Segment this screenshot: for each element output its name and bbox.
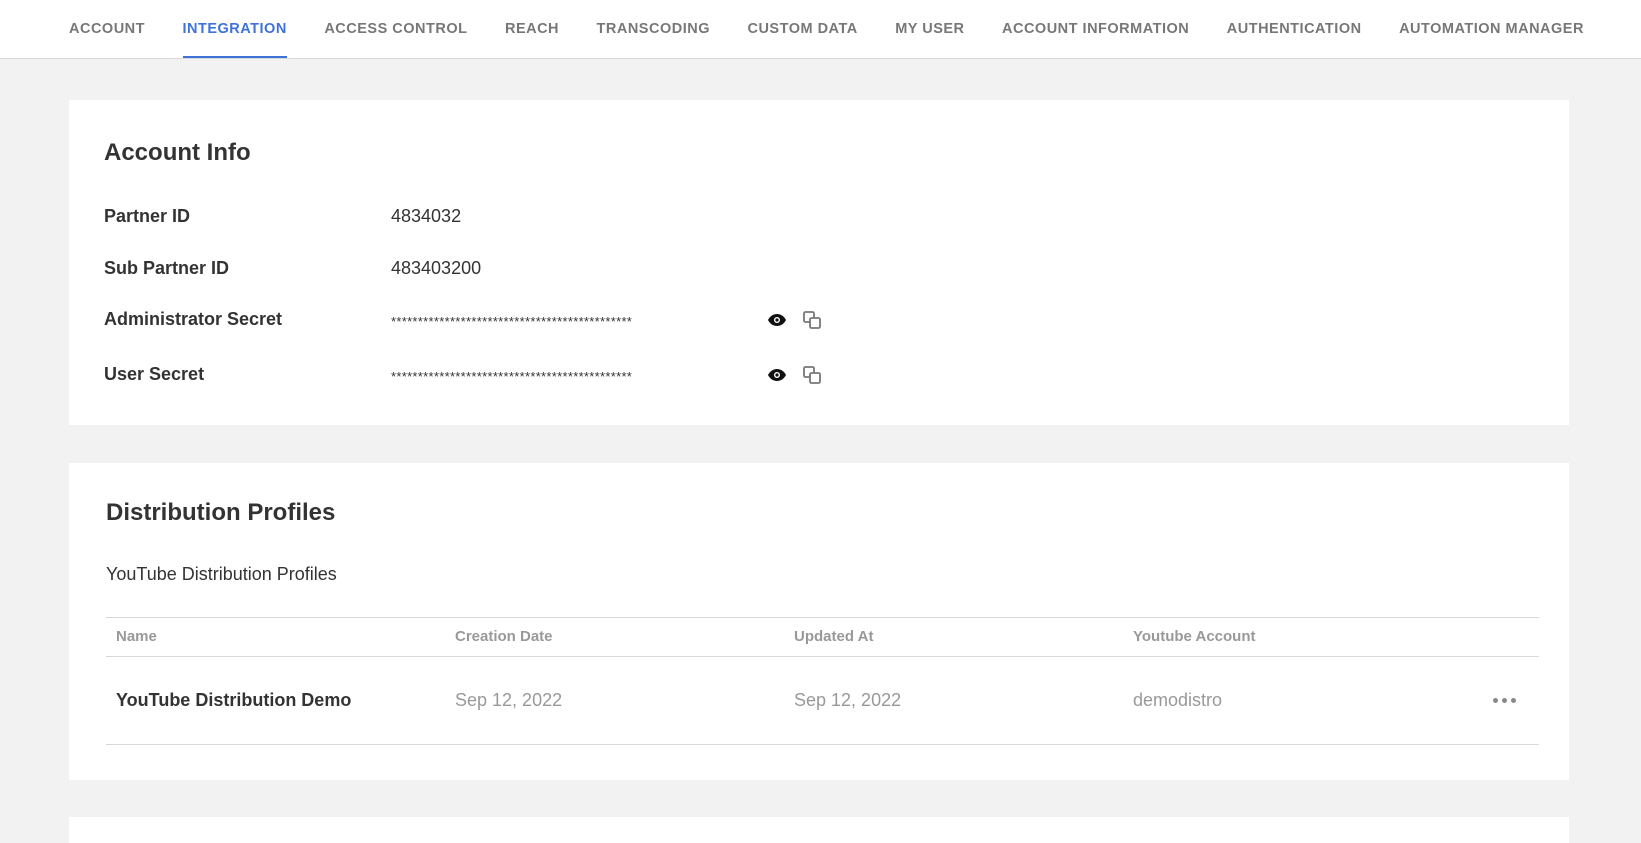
copy-icon[interactable]	[802, 310, 822, 330]
next-section-card	[69, 817, 1569, 843]
more-dot	[1492, 697, 1498, 703]
admin-secret-value: ****************************************…	[391, 314, 633, 329]
tab-authentication[interactable]: AUTHENTICATION	[1227, 0, 1362, 58]
distribution-profiles-title: Distribution Profiles	[106, 499, 336, 526]
user-secret-label: User Secret	[104, 364, 205, 384]
profile-youtube-account: demodistro	[1133, 690, 1223, 710]
table-row[interactable]: YouTube Distribution Demo Sep 12, 2022 S…	[106, 657, 1539, 745]
profile-name: YouTube Distribution Demo	[116, 690, 352, 710]
tab-reach[interactable]: REACH	[505, 0, 559, 58]
column-header-updated-at[interactable]: Updated At	[794, 618, 873, 656]
user-secret-value: ****************************************…	[391, 369, 633, 384]
partner-id-row: Partner ID 4834032	[104, 201, 1004, 231]
admin-secret-row: Administrator Secret *******************…	[104, 304, 1004, 334]
distribution-profiles-card: Distribution Profiles YouTube Distributi…	[69, 463, 1569, 780]
user-secret-row: User Secret ****************************…	[104, 359, 1004, 389]
eye-icon[interactable]	[767, 310, 787, 330]
more-dot	[1510, 697, 1516, 703]
admin-secret-label: Administrator Secret	[104, 309, 283, 329]
table-header: Name Creation Date Updated At Youtube Ac…	[106, 617, 1539, 657]
sub-partner-id-label: Sub Partner ID	[104, 258, 230, 278]
tab-my-user[interactable]: MY USER	[895, 0, 964, 58]
sub-partner-id-row: Sub Partner ID 483403200	[104, 253, 1004, 283]
account-info-title: Account Info	[104, 139, 251, 166]
tab-automation-manager[interactable]: AUTOMATION MANAGER	[1399, 0, 1584, 58]
tab-account[interactable]: ACCOUNT	[69, 0, 145, 58]
top-navigation: ACCOUNT INTEGRATION ACCESS CONTROL REACH…	[0, 0, 1641, 59]
partner-id-value: 4834032	[391, 206, 462, 226]
profile-updated-at: Sep 12, 2022	[794, 690, 902, 710]
partner-id-label: Partner ID	[104, 206, 191, 226]
column-header-youtube-account[interactable]: Youtube Account	[1133, 618, 1256, 656]
nav-tab-list: ACCOUNT INTEGRATION ACCESS CONTROL REACH…	[69, 0, 1584, 58]
more-horizontal-icon[interactable]	[1489, 687, 1519, 713]
tab-account-information[interactable]: ACCOUNT INFORMATION	[1002, 0, 1189, 58]
column-header-name[interactable]: Name	[116, 618, 157, 656]
sub-partner-id-value: 483403200	[391, 258, 482, 278]
tab-custom-data[interactable]: CUSTOM DATA	[747, 0, 857, 58]
eye-icon[interactable]	[767, 365, 787, 385]
more-dot	[1501, 697, 1507, 703]
youtube-profiles-subtitle: YouTube Distribution Profiles	[106, 564, 337, 584]
account-info-card: Account Info Partner ID 4834032 Sub Part…	[69, 100, 1569, 425]
profile-creation-date: Sep 12, 2022	[455, 690, 563, 710]
column-header-creation-date[interactable]: Creation Date	[455, 618, 553, 656]
tab-access-control[interactable]: ACCESS CONTROL	[324, 0, 467, 58]
copy-icon[interactable]	[802, 365, 822, 385]
tab-transcoding[interactable]: TRANSCODING	[597, 0, 710, 58]
tab-integration[interactable]: INTEGRATION	[182, 0, 288, 58]
distribution-profiles-table: Name Creation Date Updated At Youtube Ac…	[106, 617, 1539, 745]
